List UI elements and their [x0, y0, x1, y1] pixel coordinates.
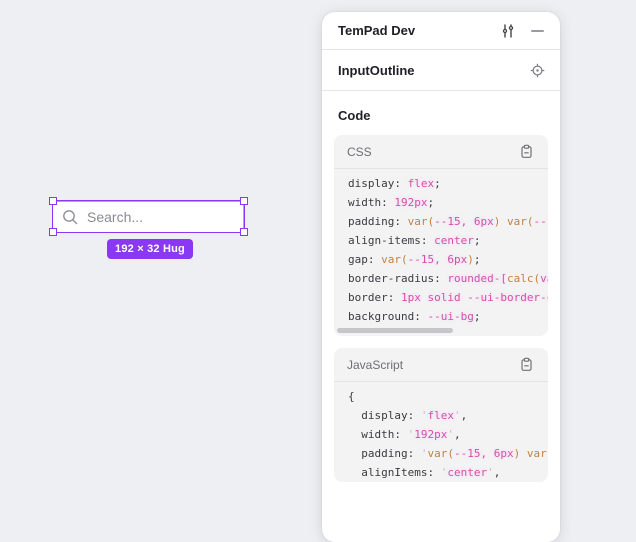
panel-header: TemPad Dev: [322, 12, 560, 50]
panel-title: TemPad Dev: [338, 23, 415, 38]
code-line: width: 192px;: [348, 193, 548, 212]
size-badge: 192 × 32 Hug: [107, 239, 193, 259]
css-block-label: CSS: [347, 145, 372, 159]
code-line: padding: 'var(--15, 6px) var(--15, 6px)'…: [348, 444, 548, 463]
javascript-code: { display: 'flex', width: '192px', paddi…: [334, 382, 548, 482]
code-line: align-items: center;: [348, 231, 548, 250]
code-line: border: 1px solid --ui-border-color;: [348, 288, 548, 307]
javascript-block-label: JavaScript: [347, 358, 403, 372]
javascript-block-header: JavaScript: [334, 348, 548, 382]
sliders-icon[interactable]: [499, 22, 517, 40]
clipboard-icon[interactable]: [517, 356, 535, 374]
minus-icon[interactable]: [528, 22, 546, 40]
magnifier-icon: [62, 209, 79, 226]
code-section-title: Code: [322, 91, 560, 135]
code-line: padding: var(--15, 6px) var(--15, 6px);: [348, 212, 548, 231]
code-line: alignItems: 'center',: [348, 463, 548, 482]
selected-node-name: InputOutline: [338, 63, 415, 78]
clipboard-icon[interactable]: [517, 143, 535, 161]
horizontal-scrollbar[interactable]: [334, 326, 548, 336]
code-line: display: 'flex',: [348, 406, 548, 425]
code-line: display: flex;: [348, 174, 548, 193]
code-line: {: [348, 387, 548, 406]
tempad-dev-panel: TemPad Dev InputOutline: [322, 12, 560, 542]
css-code: display: flex;width: 192px;padding: var(…: [334, 169, 548, 326]
code-line: width: '192px',: [348, 425, 548, 444]
search-placeholder: Search...: [87, 209, 143, 225]
css-block-header: CSS: [334, 135, 548, 169]
search-input-component[interactable]: Search...: [52, 201, 244, 233]
javascript-code-block: JavaScript { display: 'flex', width: '19…: [334, 348, 548, 482]
code-line: gap: var(--15, 6px);: [348, 250, 548, 269]
css-code-block: CSS display: flex;width: 192px;padding: …: [334, 135, 548, 336]
code-line: background: --ui-bg;: [348, 307, 548, 326]
crosshair-icon[interactable]: [528, 61, 546, 79]
selected-node-row: InputOutline: [322, 50, 560, 91]
code-line: border-radius: rounded-[calc(var(--15, 6…: [348, 269, 548, 288]
